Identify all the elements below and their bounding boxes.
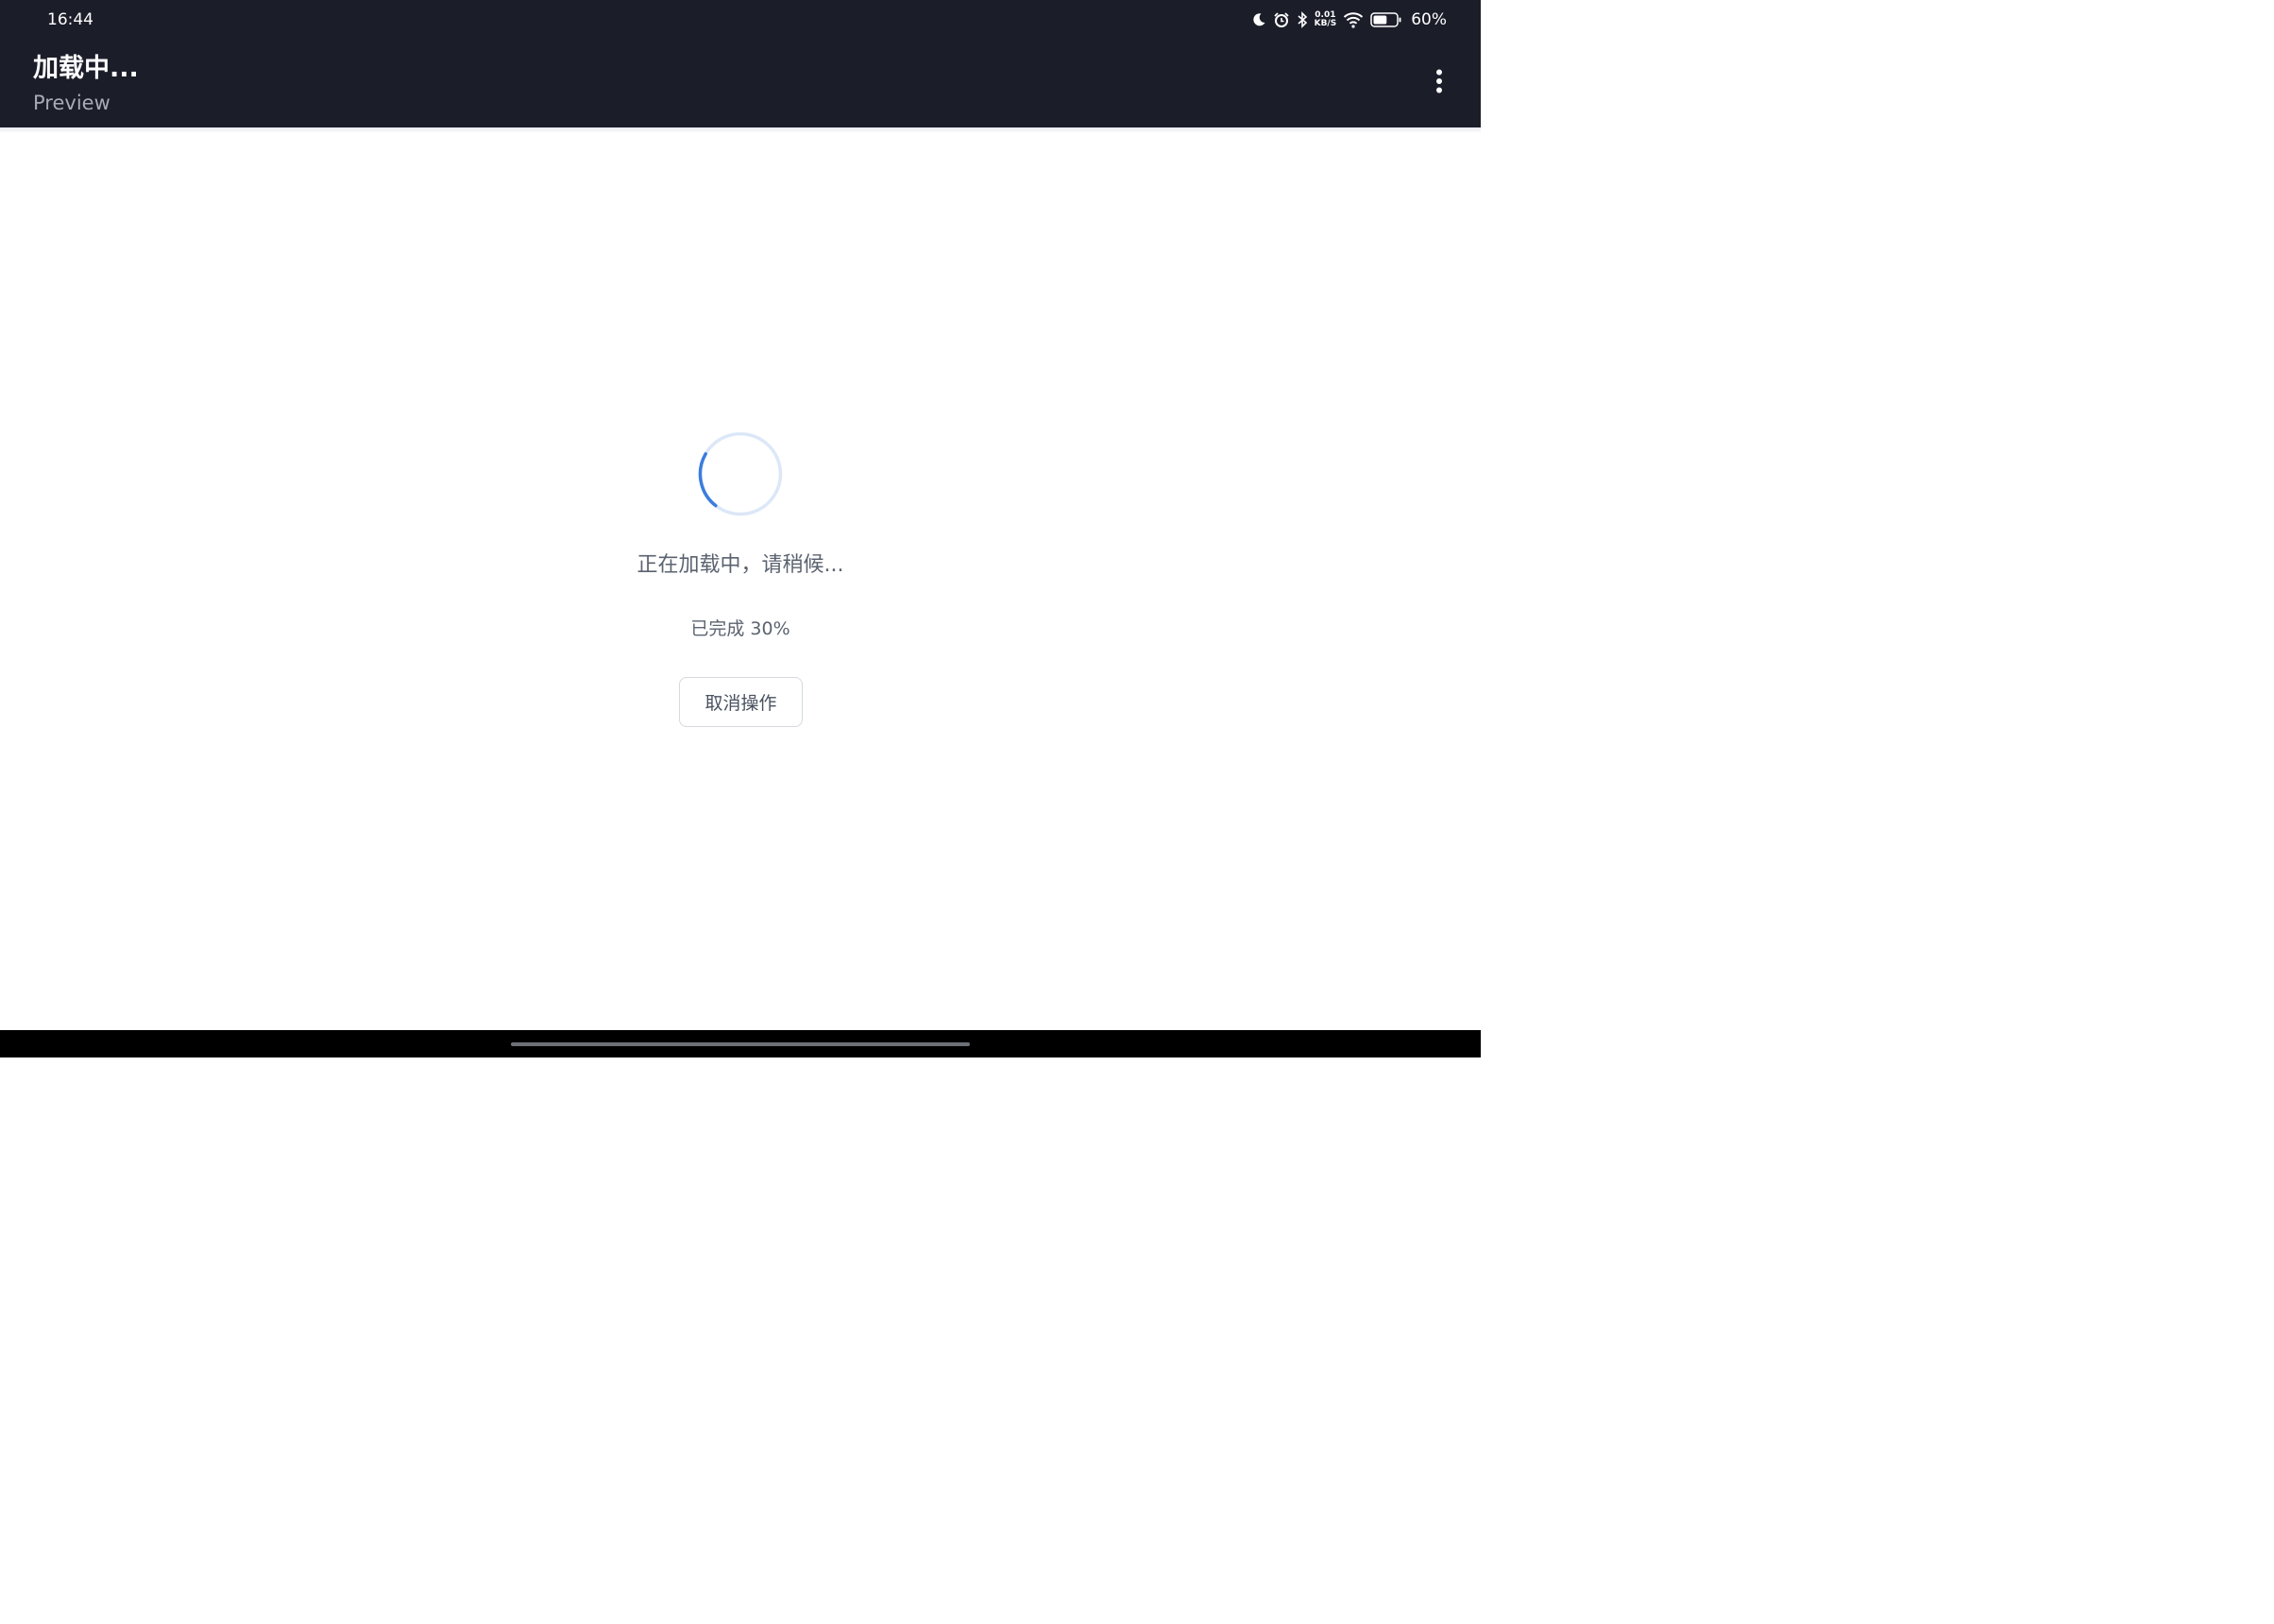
bluetooth-icon <box>1297 11 1308 28</box>
status-icons: 0.01 KB/S 60% <box>1251 8 1447 32</box>
battery-icon <box>1370 11 1402 28</box>
navigation-bar <box>0 1030 1481 1057</box>
progress-text: 已完成 30% <box>690 618 790 639</box>
home-indicator[interactable] <box>511 1042 970 1046</box>
moon-icon <box>1251 12 1266 27</box>
battery-percent: 60% <box>1411 10 1447 29</box>
network-speed: 0.01 KB/S <box>1315 11 1337 28</box>
page-subtitle: Preview <box>33 92 110 114</box>
loading-message: 正在加载中，请稍候... <box>636 553 844 577</box>
top-app-bar: 16:44 0.01 KB/S 60% 加载中... Preview <box>0 0 1481 127</box>
wifi-icon <box>1343 11 1364 28</box>
network-speed-unit: KB/S <box>1314 19 1337 28</box>
page-title: 加载中... <box>33 54 139 83</box>
more-vert-icon <box>1435 69 1443 97</box>
overflow-menu-button[interactable] <box>1420 64 1458 102</box>
cancel-button[interactable]: 取消操作 <box>679 677 803 727</box>
spinner-arc <box>698 452 718 508</box>
status-time: 16:44 <box>47 10 93 29</box>
loading-spinner <box>697 431 784 517</box>
alarm-icon <box>1273 11 1290 28</box>
app-bar-shadow <box>0 127 1481 133</box>
